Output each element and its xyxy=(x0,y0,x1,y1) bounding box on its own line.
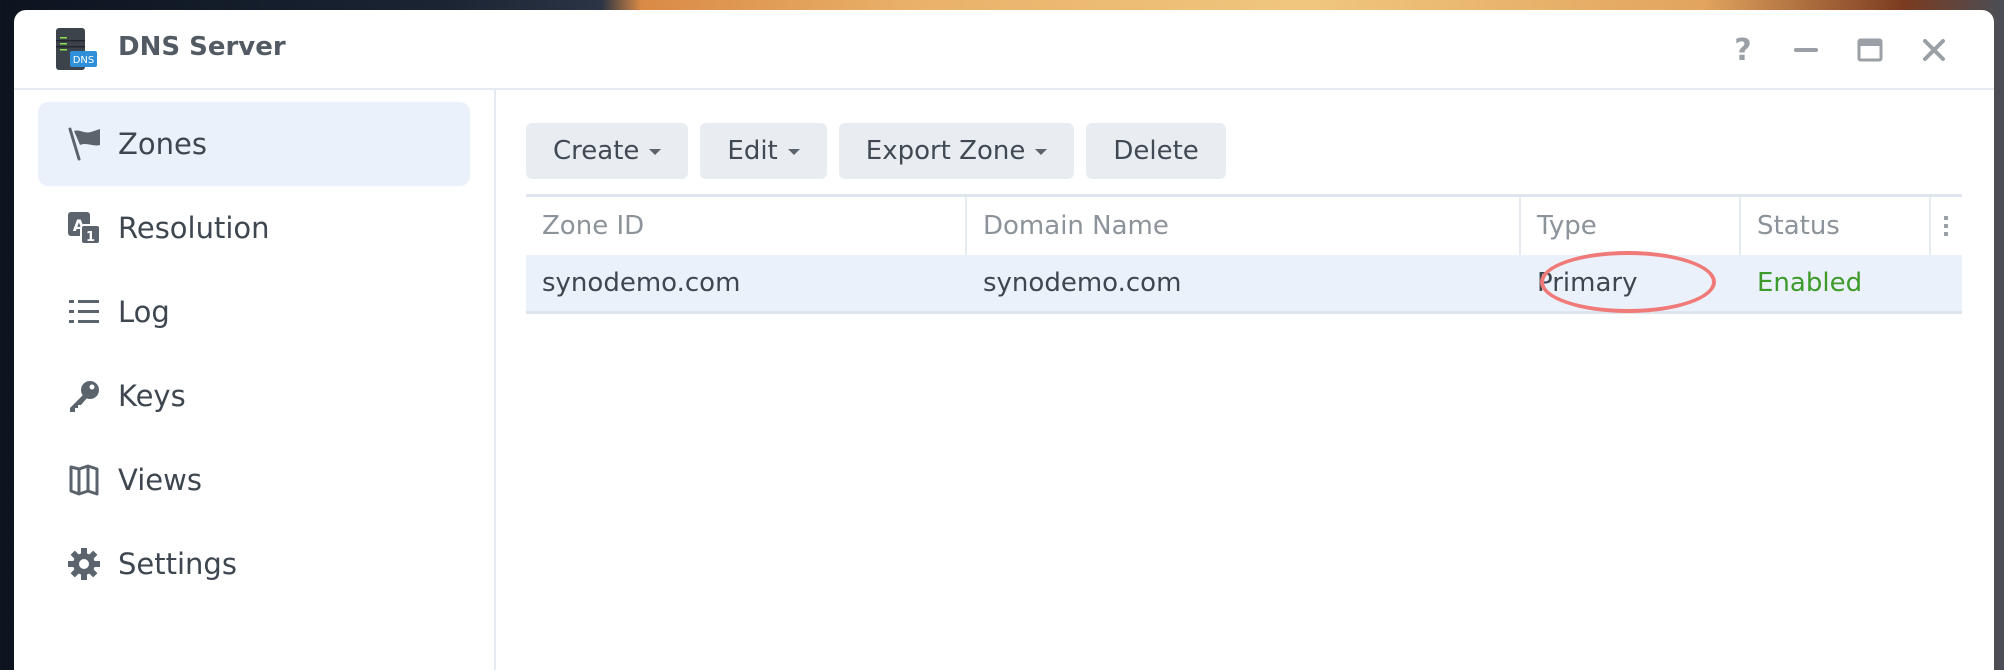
minimize-button[interactable] xyxy=(1790,34,1822,66)
toolbar: Create Edit Export Zone Delete xyxy=(526,123,1226,179)
maximize-icon xyxy=(1857,38,1883,62)
map-icon xyxy=(66,462,102,498)
table-header: Zone ID Domain Name Type Status xyxy=(526,194,1962,255)
help-button[interactable]: ? xyxy=(1727,32,1759,68)
title-bar: DNS DNS Server ? xyxy=(14,10,1994,90)
zones-table: Zone ID Domain Name Type Status synodemo… xyxy=(526,194,1962,314)
dns-server-icon: DNS xyxy=(52,27,98,73)
column-header-domain-name[interactable]: Domain Name xyxy=(967,197,1521,255)
dns-server-window: DNS DNS Server ? Zones A1 Resolution Log… xyxy=(14,10,1994,670)
cell-zone-id: synodemo.com xyxy=(542,268,741,298)
export-zone-button[interactable]: Export Zone xyxy=(838,123,1075,179)
main-content: Create Edit Export Zone Delete Zone ID D… xyxy=(496,90,1994,670)
column-header-status[interactable]: Status xyxy=(1741,197,1931,255)
more-vertical-icon xyxy=(1944,216,1948,236)
close-button[interactable] xyxy=(1918,34,1950,66)
chevron-down-icon xyxy=(787,149,800,155)
delete-button[interactable]: Delete xyxy=(1086,123,1226,179)
column-options-button[interactable] xyxy=(1930,197,1962,255)
sidebar-item-log[interactable]: Log xyxy=(38,270,470,354)
question-icon: ? xyxy=(1734,32,1752,68)
translate-icon: A1 xyxy=(66,210,102,246)
sidebar-item-resolution[interactable]: A1 Resolution xyxy=(38,186,470,270)
cell-status: Enabled xyxy=(1757,268,1863,298)
sidebar: Zones A1 Resolution Log Keys Views Setti… xyxy=(14,90,496,670)
table-row[interactable]: synodemo.com synodemo.com Primary Enable… xyxy=(526,251,1962,314)
chevron-down-icon xyxy=(649,149,662,155)
sidebar-item-zones[interactable]: Zones xyxy=(38,102,470,186)
sidebar-item-settings[interactable]: Settings xyxy=(38,522,470,606)
chevron-down-icon xyxy=(1035,149,1048,155)
column-header-zone-id[interactable]: Zone ID xyxy=(526,197,967,255)
svg-text:DNS: DNS xyxy=(73,55,95,66)
app-title: DNS Server xyxy=(118,32,286,62)
edit-button[interactable]: Edit xyxy=(700,123,827,179)
cell-domain-name: synodemo.com xyxy=(983,268,1182,298)
close-icon xyxy=(1923,39,1945,61)
flag-icon xyxy=(66,126,102,162)
sidebar-item-views[interactable]: Views xyxy=(38,438,470,522)
column-header-type[interactable]: Type xyxy=(1521,197,1741,255)
sidebar-item-keys[interactable]: Keys xyxy=(38,354,470,438)
key-icon xyxy=(66,378,102,414)
cell-type: Primary xyxy=(1537,268,1638,298)
gear-icon xyxy=(66,546,102,582)
maximize-button[interactable] xyxy=(1854,34,1886,66)
create-button[interactable]: Create xyxy=(526,123,689,179)
list-icon xyxy=(66,294,102,330)
svg-text:1: 1 xyxy=(86,230,95,245)
minimize-icon xyxy=(1794,48,1818,52)
